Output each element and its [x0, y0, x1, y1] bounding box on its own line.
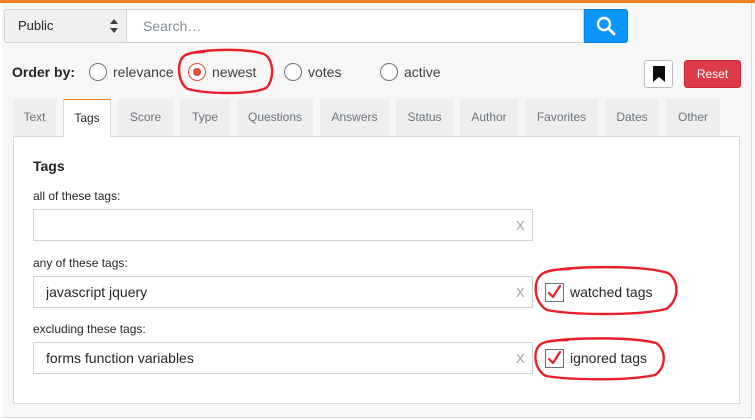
- tags-section-title: Tags: [33, 158, 65, 174]
- order-radio-relevance[interactable]: relevance: [89, 61, 174, 83]
- order-radio-votes[interactable]: votes: [284, 61, 341, 83]
- excluding-tags-label: excluding these tags:: [33, 322, 146, 336]
- scope-select[interactable]: Public: [4, 9, 127, 43]
- checkmark-icon: [547, 284, 562, 298]
- ignored-tags-checkbox[interactable]: ignored tags: [545, 347, 647, 369]
- order-radio-label: active: [404, 64, 441, 80]
- search-input[interactable]: [127, 9, 584, 43]
- tab-questions[interactable]: Questions: [237, 99, 313, 136]
- radio-circle[interactable]: [284, 63, 302, 81]
- clear-any-tags-button[interactable]: X: [516, 285, 525, 300]
- tab-text[interactable]: Text: [13, 99, 56, 136]
- order-radio-label: newest: [212, 64, 257, 80]
- tab-status[interactable]: Status: [396, 99, 453, 136]
- save-search-button[interactable]: [644, 60, 673, 88]
- ignored-tags-label: ignored tags: [570, 350, 648, 366]
- search-icon: [596, 16, 616, 36]
- reset-button[interactable]: Reset: [684, 60, 741, 88]
- order-by-label: Order by:: [12, 64, 76, 80]
- tab-other[interactable]: Other: [666, 99, 720, 136]
- all-tags-label: all of these tags:: [33, 189, 121, 203]
- clear-excluding-tags-button[interactable]: X: [516, 351, 525, 366]
- radio-circle-checked[interactable]: [188, 63, 206, 81]
- radio-circle[interactable]: [89, 63, 107, 81]
- checkbox-box[interactable]: [545, 348, 564, 368]
- all-tags-input[interactable]: [33, 209, 533, 241]
- updown-arrows-icon: [110, 19, 118, 33]
- radio-circle[interactable]: [380, 63, 398, 81]
- tab-tags[interactable]: Tags: [63, 99, 111, 137]
- tab-type[interactable]: Type: [180, 99, 230, 136]
- excluding-tags-input[interactable]: [33, 342, 533, 374]
- bookmark-icon: [652, 66, 665, 82]
- watched-tags-label: watched tags: [570, 284, 653, 300]
- watched-tags-checkbox[interactable]: watched tags: [545, 281, 653, 303]
- order-radio-newest[interactable]: newest: [188, 61, 256, 83]
- search-button[interactable]: [584, 9, 628, 43]
- scope-select-value: Public: [18, 18, 54, 33]
- any-tags-label: any of these tags:: [33, 256, 128, 270]
- tab-author[interactable]: Author: [460, 99, 518, 136]
- any-tags-input[interactable]: [33, 276, 533, 308]
- checkmark-icon: [547, 350, 562, 364]
- order-radio-active[interactable]: active: [380, 61, 441, 83]
- tab-answers[interactable]: Answers: [320, 99, 389, 136]
- order-radio-label: relevance: [113, 64, 174, 80]
- checkbox-box[interactable]: [545, 282, 564, 302]
- tab-favorites[interactable]: Favorites: [525, 99, 598, 136]
- tab-dates[interactable]: Dates: [605, 99, 659, 136]
- tab-score[interactable]: Score: [118, 99, 173, 136]
- clear-all-tags-button[interactable]: X: [516, 218, 525, 233]
- order-radio-label: votes: [308, 64, 342, 80]
